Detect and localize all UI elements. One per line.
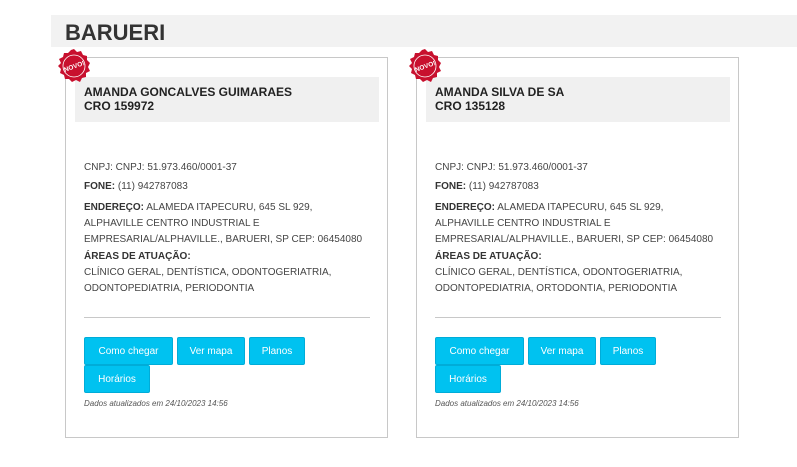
view-map-button[interactable]: Ver mapa bbox=[177, 337, 245, 365]
address-label: ENDEREÇO: bbox=[84, 202, 145, 213]
areas-line: ODONTOPEDIATRIA, PERIODONTIA bbox=[84, 283, 255, 294]
updated-text: Dados atualizados em 24/10/2023 14:56 bbox=[84, 399, 228, 408]
fone-value: (11) 942787083 bbox=[468, 181, 539, 192]
address-line: ALAMEDA ITAPECURU, 645 SL 929, bbox=[146, 202, 313, 213]
fone-label: FONE: bbox=[435, 181, 467, 192]
dentist-cro: CRO 135128 bbox=[435, 99, 506, 113]
dentist-card: AMANDA GONCALVES GUIMARAES CRO 159972 NO… bbox=[58, 49, 388, 438]
areas-label: ÁREAS DE ATUAÇÃO: bbox=[84, 251, 191, 262]
plans-button[interactable]: Planos bbox=[600, 337, 656, 365]
cnpj-text: CNPJ: CNPJ: 51.973.460/0001-37 bbox=[84, 162, 237, 173]
dentist-card: AMANDA SILVA DE SA CRO 135128 NOVO! CNPJ… bbox=[409, 49, 739, 438]
areas-block: ÁREAS DE ATUAÇÃO: CLÍNICO GERAL, DENTÍST… bbox=[435, 249, 730, 297]
address-block: ENDEREÇO: ALAMEDA ITAPECURU, 645 SL 929,… bbox=[84, 200, 374, 248]
areas-block: ÁREAS DE ATUAÇÃO: CLÍNICO GERAL, DENTÍST… bbox=[84, 249, 379, 297]
areas-line: CLÍNICO GERAL, DENTÍSTICA, ODONTOGERIATR… bbox=[84, 267, 332, 278]
areas-line: ODONTOPEDIATRIA, ORTODONTIA, PERIODONTIA bbox=[435, 283, 678, 294]
hours-button[interactable]: Horários bbox=[435, 365, 501, 393]
updated-text: Dados atualizados em 24/10/2023 14:56 bbox=[435, 399, 579, 408]
new-badge-icon: NOVO! bbox=[58, 49, 90, 82]
areas-line: CLÍNICO GERAL, DENTÍSTICA, ODONTOGERIATR… bbox=[435, 267, 683, 278]
how-to-get-button[interactable]: Como chegar bbox=[84, 337, 173, 365]
address-block: ENDEREÇO: ALAMEDA ITAPECURU, 645 SL 929,… bbox=[435, 200, 725, 248]
new-badge-icon: NOVO! bbox=[409, 49, 441, 82]
address-line: EMPRESARIAL/ALPHAVILLE., BARUERI, SP CEP… bbox=[435, 234, 714, 245]
dentist-name-box: AMANDA GONCALVES GUIMARAES CRO 159972 bbox=[75, 77, 379, 122]
fone-row: FONE: (11) 942787083 bbox=[435, 179, 539, 195]
dentist-name-box: AMANDA SILVA DE SA CRO 135128 bbox=[426, 77, 730, 122]
dentist-name: AMANDA GONCALVES GUIMARAES bbox=[84, 85, 293, 99]
address-line: ALAMEDA ITAPECURU, 645 SL 929, bbox=[497, 202, 664, 213]
address-label: ENDEREÇO: bbox=[435, 202, 496, 213]
dentist-name: AMANDA SILVA DE SA bbox=[435, 85, 565, 99]
dentist-cro: CRO 159972 bbox=[84, 99, 155, 113]
cnpj-text: CNPJ: CNPJ: 51.973.460/0001-37 bbox=[435, 162, 588, 173]
hours-button[interactable]: Horários bbox=[84, 365, 150, 393]
divider bbox=[435, 317, 721, 318]
how-to-get-button[interactable]: Como chegar bbox=[435, 337, 524, 365]
fone-row: FONE: (11) 942787083 bbox=[84, 179, 188, 195]
fone-value: (11) 942787083 bbox=[117, 181, 188, 192]
view-map-button[interactable]: Ver mapa bbox=[528, 337, 596, 365]
fone-label: FONE: bbox=[84, 181, 116, 192]
plans-button[interactable]: Planos bbox=[249, 337, 305, 365]
areas-label: ÁREAS DE ATUAÇÃO: bbox=[435, 251, 542, 262]
address-line: EMPRESARIAL/ALPHAVILLE., BARUERI, SP CEP… bbox=[84, 234, 363, 245]
city-header: BARUERI bbox=[51, 15, 797, 47]
address-line: ALPHAVILLE CENTRO INDUSTRIAL E bbox=[84, 218, 260, 229]
city-title: BARUERI bbox=[65, 20, 166, 45]
divider bbox=[84, 317, 370, 318]
address-line: ALPHAVILLE CENTRO INDUSTRIAL E bbox=[435, 218, 611, 229]
